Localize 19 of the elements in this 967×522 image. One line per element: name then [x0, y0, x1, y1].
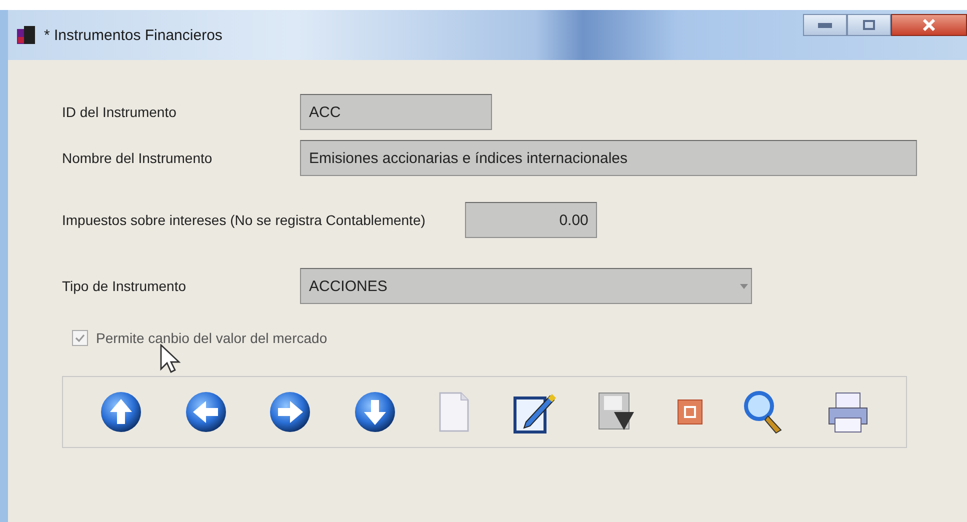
field-label: ID del Instrumento	[62, 104, 178, 120]
close-icon	[923, 19, 935, 31]
app-icon	[16, 25, 36, 45]
checkmark-icon	[75, 334, 85, 342]
close-button[interactable]	[891, 14, 967, 36]
document-icon	[437, 391, 472, 433]
checkbox-label: Permite canbio del valor del mercado	[96, 330, 328, 346]
window-title: * Instrumentos Financieros	[44, 26, 224, 44]
mouse-cursor-icon	[160, 344, 182, 374]
maximize-button[interactable]	[847, 14, 891, 36]
field-label: Impuestos sobre intereses (No se registra Contablemente)	[62, 212, 426, 228]
field-label: Tipo de Instrumento	[62, 278, 187, 294]
minimize-icon	[818, 22, 832, 28]
maximize-icon	[863, 20, 875, 30]
minimize-button[interactable]	[803, 14, 847, 36]
caret-icon	[740, 284, 748, 288]
field-label: Nombre del Instrumento	[62, 150, 214, 166]
printer-icon	[826, 390, 870, 434]
stop-icon	[676, 399, 703, 425]
